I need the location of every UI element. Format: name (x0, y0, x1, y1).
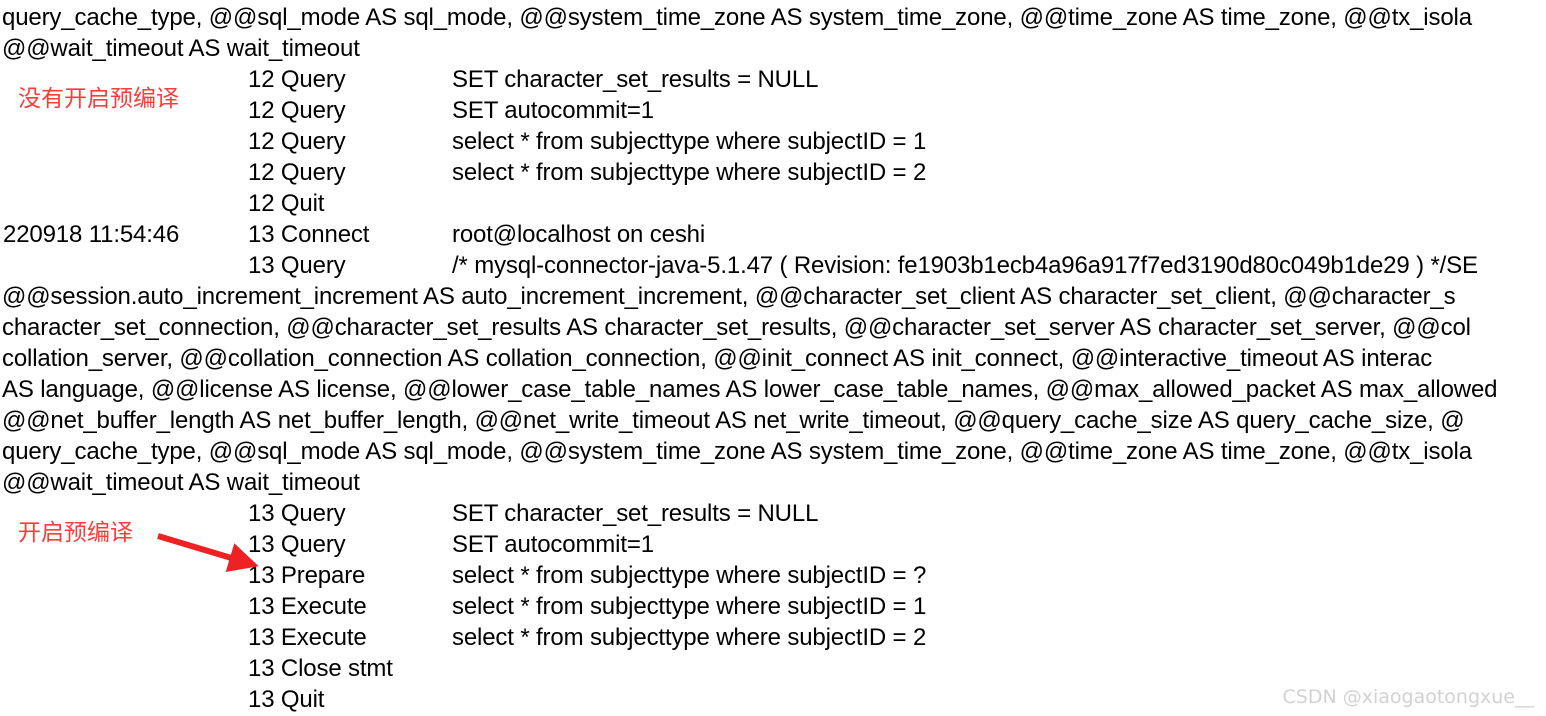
log-wrapped-line: AS language, @@license AS license, @@low… (2, 376, 1498, 403)
log-row: 13 Prepare select * from subjecttype wher… (0, 560, 1546, 591)
log-id-command: 13 Quit (248, 686, 325, 713)
log-row: 13 Query /* mysql-connector-java-5.1.47 (… (0, 250, 1546, 281)
log-id-command: 13 Close stmt (248, 655, 393, 682)
csdn-watermark: CSDN @xiaogaotongxue__ (1282, 686, 1534, 708)
log-id-command: 13 Prepare (248, 562, 366, 589)
log-id-command: 13 Query (248, 252, 346, 279)
log-timestamp: 220918 11:54:46 (3, 221, 180, 248)
log-row: 13 Query SET autocommit=1 (0, 529, 1546, 560)
log-row: 12 Query SET character_set_results = NULL (0, 64, 1546, 95)
log-id-command: 12 Query (248, 97, 346, 124)
log-argument: SET autocommit=1 (452, 531, 654, 558)
log-wrapped-line: character_set_connection, @@character_se… (2, 314, 1471, 341)
log-row: 13 Execute select * from subjecttype wher… (0, 591, 1546, 622)
log-argument: SET character_set_results = NULL (452, 66, 819, 93)
annotation-no-precompile: 没有开启预编译 (18, 86, 179, 112)
log-id-command: 12 Query (248, 159, 346, 186)
log-id-command: 13 Execute (248, 624, 367, 651)
log-id-command: 12 Query (248, 66, 346, 93)
log-row: 13 Query SET character_set_results = NULL (0, 498, 1546, 529)
log-wrapped-line: query_cache_type, @@sql_mode AS sql_mode… (2, 438, 1472, 465)
log-row: 13 Execute select * from subjecttype wher… (0, 622, 1546, 653)
log-argument: root@localhost on ceshi (452, 221, 706, 248)
log-wrapped-line: @@wait_timeout AS wait_timeout (2, 35, 360, 62)
log-wrapped-line: @@wait_timeout AS wait_timeout (2, 469, 360, 496)
log-argument: select * from subjecttype where subjectI… (452, 159, 927, 186)
log-row: 12 Query SET autocommit=1 (0, 95, 1546, 126)
log-id-command: 13 Query (248, 531, 346, 558)
annotation-precompile-enabled: 开启预编译 (18, 520, 133, 546)
log-row: 220918 11:54:46 13 Connect root@localhost … (0, 219, 1546, 250)
log-id-command: 12 Quit (248, 190, 325, 217)
log-argument: SET autocommit=1 (452, 97, 654, 124)
log-wrapped-line: @@net_buffer_length AS net_buffer_length… (2, 407, 1465, 434)
log-id-command: 13 Execute (248, 593, 367, 620)
mysql-log-viewer: query_cache_type, @@sql_mode AS sql_mode… (0, 0, 1546, 716)
log-argument: select * from subjecttype where subjectI… (452, 562, 927, 589)
log-wrapped-line: query_cache_type, @@sql_mode AS sql_mode… (2, 4, 1472, 31)
log-row: 12 Query select * from subjecttype where … (0, 126, 1546, 157)
log-argument: /* mysql-connector-java-5.1.47 ( Revisio… (452, 252, 1478, 279)
log-wrapped-line: @@session.auto_increment_increment AS au… (2, 283, 1456, 310)
log-row: 12 Quit (0, 188, 1546, 219)
log-argument: select * from subjecttype where subjectI… (452, 128, 927, 155)
log-argument: SET character_set_results = NULL (452, 500, 819, 527)
log-argument: select * from subjecttype where subjectI… (452, 624, 927, 651)
log-argument: select * from subjecttype where subjectI… (452, 593, 927, 620)
log-id-command: 13 Connect (248, 221, 370, 248)
log-row: 13 Close stmt (0, 653, 1546, 684)
log-wrapped-line: collation_server, @@collation_connection… (2, 345, 1433, 372)
log-row: 12 Query select * from subjecttype where … (0, 157, 1546, 188)
log-id-command: 12 Query (248, 128, 346, 155)
log-id-command: 13 Query (248, 500, 346, 527)
